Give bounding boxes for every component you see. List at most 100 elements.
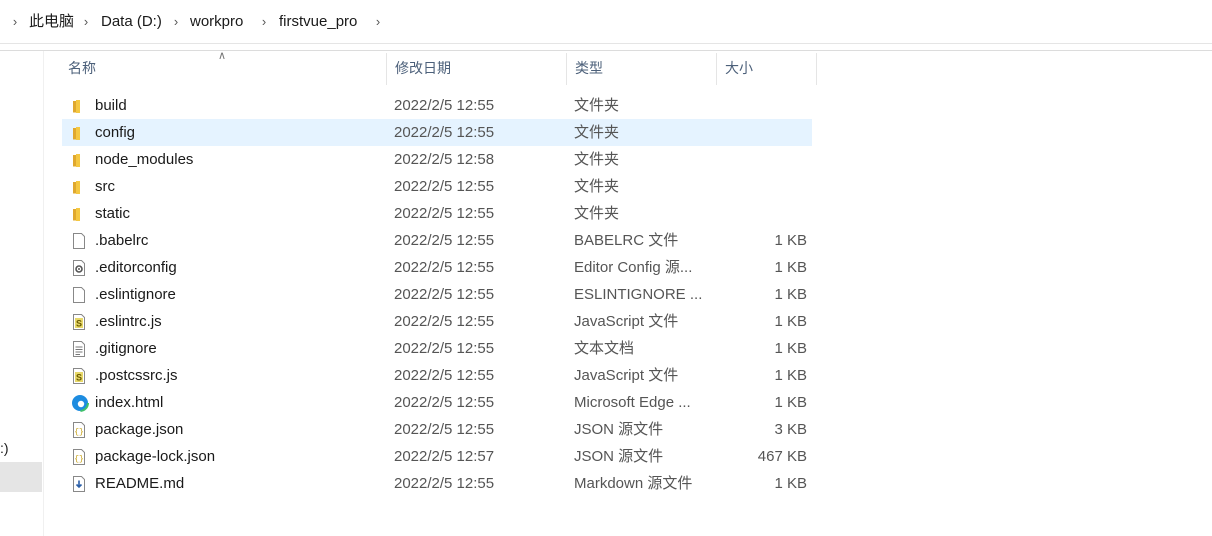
folder-icon [71,151,87,169]
file-date: 2022/2/5 12:55 [394,421,495,438]
file-row[interactable]: .eslintignore 2022/2/5 12:55 ESLINTIGNORE … [62,281,812,308]
file-name: src [95,178,115,195]
file-size: 1 KB [774,259,807,276]
file-size [712,200,807,227]
file-type: 文件夹 [574,205,620,222]
javascript-file-icon: S [71,313,87,331]
nav-item-fragment[interactable]: :) [0,440,9,456]
file-name: .postcssrc.js [95,367,178,384]
file-row[interactable]: README.md 2022/2/5 12:55 Markdown 源文件 1 KB [62,470,812,497]
text-file-icon [71,340,87,358]
file-date: 2022/2/5 12:58 [394,151,495,168]
file-date: 2022/2/5 12:55 [394,367,495,384]
file-date: 2022/2/5 12:55 [394,205,495,222]
file-type: JSON 源文件 [574,421,664,438]
breadcrumb-item-workpro[interactable]: workpro [190,11,243,33]
file-size: 1 KB [774,367,807,384]
column-header-name[interactable]: 名称 [60,53,386,85]
file-size: 1 KB [774,475,807,492]
nav-item-selected[interactable] [0,462,42,492]
file-row[interactable]: S .eslintrc.js 2022/2/5 12:55 JavaScript 文件… [62,308,812,335]
file-name: index.html [95,394,164,411]
column-header-size[interactable]: 大小 [717,53,816,85]
javascript-file-icon: S [71,367,87,385]
file-type: 文件夹 [574,178,620,195]
file-type: 文件夹 [574,97,620,114]
file-row[interactable]: .babelrc 2022/2/5 12:55 BABELRC 文件 1 KB [62,227,812,254]
file-date: 2022/2/5 12:55 [394,232,495,249]
chevron-right-icon[interactable]: › [372,11,384,33]
chevron-right-icon[interactable]: › [170,11,182,33]
folder-icon [71,124,87,142]
divider [0,50,1212,51]
json-file-icon: {} [71,421,87,439]
chevron-right-icon[interactable]: › [258,11,270,33]
file-name: package-lock.json [95,448,216,465]
navigation-pane[interactable]: :) [0,51,44,536]
file-size: 1 KB [774,232,807,249]
address-bar[interactable]: › 此电脑 › Data (D:) › workpro › firstvue_p… [0,0,1212,44]
file-name: .gitignore [95,340,157,357]
file-name: .eslintignore [95,286,176,303]
svg-text:{}: {} [74,428,84,437]
file-size [712,119,807,146]
file-type: JavaScript 文件 [574,313,679,330]
blank-file-icon [71,286,87,304]
column-header-type[interactable]: 类型 [567,53,716,85]
folder-icon [71,205,87,223]
file-size: 3 KB [774,421,807,438]
file-row[interactable]: build 2022/2/5 12:55 文件夹 [62,92,812,119]
file-type: ESLINTIGNORE ... [574,286,703,303]
file-date: 2022/2/5 12:55 [394,340,495,357]
blank-file-icon [71,232,87,250]
file-date: 2022/2/5 12:55 [394,475,495,492]
file-size [712,146,807,173]
breadcrumb-item-firstvue-pro[interactable]: firstvue_pro [279,11,357,33]
file-row[interactable]: static 2022/2/5 12:55 文件夹 [62,200,812,227]
file-row[interactable]: config 2022/2/5 12:55 文件夹 [62,119,812,146]
column-header-date[interactable]: 修改日期 [387,53,566,85]
breadcrumb-item-this-pc[interactable]: 此电脑 [29,11,74,33]
svg-text:{}: {} [74,455,84,464]
file-date: 2022/2/5 12:55 [394,313,495,330]
file-type: JSON 源文件 [574,448,664,465]
file-size: 467 KB [757,448,807,465]
breadcrumb-item-drive[interactable]: Data (D:) [101,11,162,33]
file-date: 2022/2/5 12:57 [394,448,495,465]
markdown-file-icon [71,475,87,493]
file-row[interactable]: index.html 2022/2/5 12:55 Microsoft Edge .… [62,389,812,416]
file-date: 2022/2/5 12:55 [394,97,495,114]
file-name: build [95,97,127,114]
file-row[interactable]: {} package-lock.json 2022/2/5 12:57 JSON 源文… [62,443,812,470]
column-divider[interactable] [816,53,817,85]
edge-html-icon [71,394,89,412]
config-file-icon [71,259,87,277]
file-row[interactable]: .editorconfig 2022/2/5 12:55 Editor Config… [62,254,812,281]
file-type: 文件夹 [574,151,620,168]
file-row[interactable]: .gitignore 2022/2/5 12:55 文本文档 1 KB [62,335,812,362]
file-type: Markdown 源文件 [574,475,693,492]
chevron-right-icon[interactable]: › [9,11,21,33]
file-size: 1 KB [774,286,807,303]
file-size: 1 KB [774,340,807,357]
file-row[interactable]: node_modules 2022/2/5 12:58 文件夹 [62,146,812,173]
svg-text:S: S [76,319,82,329]
file-type: JavaScript 文件 [574,367,679,384]
file-row[interactable]: {} package.json 2022/2/5 12:55 JSON 源文件 3 KB [62,416,812,443]
file-type: 文本文档 [574,340,635,357]
file-name: config [95,124,136,141]
file-name: .babelrc [95,232,149,249]
file-name: package.json [95,421,184,438]
file-type: BABELRC 文件 [574,232,679,249]
file-row[interactable]: src 2022/2/5 12:55 文件夹 [62,173,812,200]
file-date: 2022/2/5 12:55 [394,124,495,141]
file-size [712,173,807,200]
chevron-right-icon[interactable]: › [80,11,92,33]
file-name: static [95,205,131,222]
file-size: 1 KB [774,394,807,411]
file-row[interactable]: S .postcssrc.js 2022/2/5 12:55 JavaScript 文… [62,362,812,389]
file-date: 2022/2/5 12:55 [394,286,495,303]
file-date: 2022/2/5 12:55 [394,178,495,195]
file-name: .eslintrc.js [95,313,162,330]
file-name: .editorconfig [95,259,177,276]
